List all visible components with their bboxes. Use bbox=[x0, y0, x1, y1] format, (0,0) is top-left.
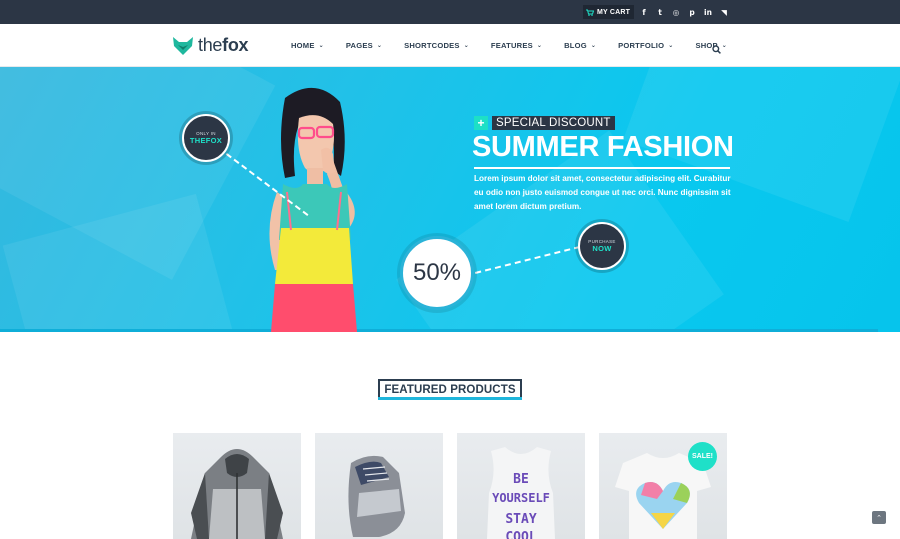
top-bar: MY CART f t ◎ p in ◥ bbox=[0, 0, 900, 24]
social-links: f t ◎ p in ◥ bbox=[638, 6, 730, 18]
sale-badge: SALE! bbox=[688, 442, 717, 471]
site-logo[interactable]: thefox bbox=[172, 35, 249, 56]
dribbble-icon[interactable]: ◎ bbox=[670, 6, 682, 18]
special-discount-tag: + SPECIAL DISCOUNT bbox=[474, 116, 615, 130]
product-card-hoodie[interactable] bbox=[173, 433, 301, 539]
logo-text: thefox bbox=[198, 35, 249, 55]
main-nav: HOME ⌄ PAGES ⌄ SHORTCODES ⌄ FEATURES ⌄ BLOG ⌄… bbox=[291, 41, 749, 50]
chevron-down-icon: ⌄ bbox=[536, 42, 543, 49]
tank-top-image: BE YOURSELF STAY COOL bbox=[487, 447, 555, 539]
nav-pages[interactable]: PAGES ⌄ bbox=[346, 41, 382, 50]
chevron-up-icon: ⌃ bbox=[876, 513, 882, 522]
twitter-icon[interactable]: t bbox=[654, 6, 666, 18]
cart-icon bbox=[586, 9, 594, 16]
only-in-thefox-badge: ONLY IN THEFOX bbox=[182, 114, 230, 162]
plus-icon: + bbox=[474, 116, 488, 130]
chevron-down-icon: ⌄ bbox=[590, 42, 597, 49]
purchase-now-button[interactable]: PURCHASE NOW bbox=[578, 222, 626, 270]
linkedin-icon[interactable]: in bbox=[702, 6, 714, 18]
fox-logo-icon bbox=[173, 36, 193, 55]
svg-text:BE: BE bbox=[513, 472, 529, 487]
chevron-down-icon: ⌄ bbox=[668, 42, 674, 49]
product-card-sneaker[interactable] bbox=[315, 433, 443, 539]
sneaker-image bbox=[348, 455, 405, 537]
back-to-top-button[interactable]: ⌃ bbox=[872, 511, 886, 524]
discount-percent-badge: 50% bbox=[400, 236, 474, 310]
hero-description: Lorem ipsum dolor sit amet, consectetur … bbox=[474, 174, 731, 211]
nav-home[interactable]: HOME ⌄ bbox=[291, 41, 324, 50]
nav-shortcodes[interactable]: SHORTCODES ⌄ bbox=[404, 41, 469, 50]
my-cart-button[interactable]: MY CART bbox=[583, 5, 635, 19]
product-card-tank[interactable]: BE YOURSELF STAY COOL bbox=[457, 433, 585, 539]
heading-underline bbox=[378, 397, 522, 400]
pinterest-icon[interactable]: p bbox=[686, 6, 698, 18]
my-cart-label: MY CART bbox=[597, 8, 631, 16]
nav-features[interactable]: FEATURES ⌄ bbox=[491, 41, 542, 50]
svg-text:STAY: STAY bbox=[505, 512, 536, 527]
hero-title-rule bbox=[474, 167, 730, 169]
hoodie-image bbox=[191, 449, 283, 539]
special-discount-label: SPECIAL DISCOUNT bbox=[492, 116, 615, 130]
hero-title: SUMMER FASHION bbox=[472, 131, 734, 163]
chevron-down-icon: ⌄ bbox=[463, 42, 469, 49]
search-icon bbox=[712, 45, 721, 54]
nav-blog[interactable]: BLOG ⌄ bbox=[564, 41, 596, 50]
search-button[interactable] bbox=[712, 41, 721, 59]
fashion-model-image bbox=[269, 87, 357, 332]
site-header: thefox HOME ⌄ PAGES ⌄ SHORTCODES ⌄ FEATURES… bbox=[0, 24, 900, 67]
chevron-down-icon: ⌄ bbox=[318, 42, 324, 49]
svg-text:YOURSELF: YOURSELF bbox=[492, 491, 550, 505]
rss-icon[interactable]: ◥ bbox=[718, 6, 730, 18]
svg-text:COOL: COOL bbox=[505, 530, 536, 539]
hero-bottom-strip bbox=[0, 329, 878, 332]
chevron-down-icon: ⌄ bbox=[721, 42, 728, 49]
featured-products-heading: FEATURED PRODUCTS bbox=[378, 379, 522, 399]
facebook-icon[interactable]: f bbox=[638, 6, 650, 18]
chevron-down-icon: ⌄ bbox=[376, 42, 383, 49]
nav-portfolio[interactable]: PORTFOLIO ⌄ bbox=[618, 41, 673, 50]
